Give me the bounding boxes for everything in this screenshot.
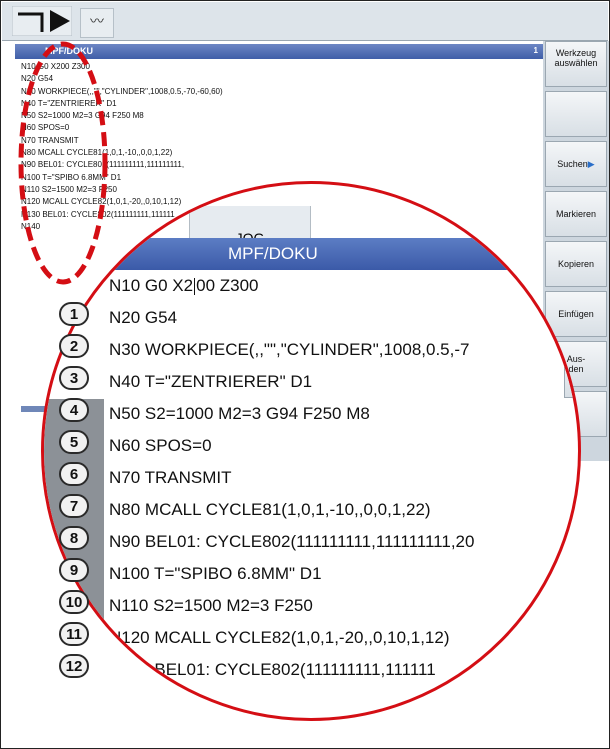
magnified-line[interactable]: N70 TRANSMIT — [109, 468, 232, 488]
top-toolbar: 〰 — [2, 2, 608, 41]
text-cursor — [194, 278, 196, 296]
line-text: N10 G0 X2 — [109, 276, 194, 295]
line-text: 00 Z300 — [196, 276, 259, 295]
magnified-line[interactable]: N90 BEL01: CYCLE802(111111111,111111111,… — [109, 532, 474, 552]
magnified-title: MPF/DOKU — [228, 244, 318, 263]
magnified-line[interactable]: N10 G0 X2 00 Z300 — [109, 276, 259, 296]
softkey-label: Werkzeug — [555, 48, 597, 58]
callout-badge: 8 — [59, 526, 89, 550]
magnified-line[interactable]: N20 G54 — [109, 308, 177, 328]
callout-badge: 7 — [59, 494, 89, 518]
magnified-header: MPF/DOKU — [44, 238, 578, 270]
callout-badge: 11 — [59, 622, 89, 646]
magnified-line[interactable]: N80 MCALL CYCLE81(1,0,1,-10,,0,0,1,22) — [109, 500, 431, 520]
callout-badge: 1 — [59, 302, 89, 326]
line-counter: 1 — [533, 46, 538, 55]
callout-badge: 4 — [59, 398, 89, 422]
chevron-right-icon: ▶ — [587, 159, 595, 169]
empty-softkey[interactable] — [545, 91, 607, 137]
callout-badge: 3 — [59, 366, 89, 390]
softkey-label: Suchen — [557, 159, 588, 169]
mode-switch-icon[interactable] — [12, 6, 72, 36]
magnified-line[interactable]: N110 S2=1500 M2=3 F250 — [109, 596, 313, 616]
magnified-line[interactable]: N40 T="ZENTRIERER" D1 — [109, 372, 312, 392]
callout-badge: 6 — [59, 462, 89, 486]
magnified-view: JOG MPF/DOKU Aus- den N10 G0 X200 Z300 N… — [41, 181, 581, 721]
werkzeug-auswaehlen-softkey[interactable]: Werkzeug auswählen — [545, 41, 607, 87]
suchen-softkey[interactable]: Suchen▶ — [545, 141, 607, 187]
magnified-line[interactable]: N140 — [109, 692, 150, 712]
callout-badge: 10 — [59, 590, 89, 614]
callout-badge: 9 — [59, 558, 89, 582]
mode-tab[interactable]: JOG — [189, 206, 311, 246]
callout-badge: 2 — [59, 334, 89, 358]
magnified-line[interactable]: N60 SPOS=0 — [109, 436, 212, 456]
callout-badge: 5 — [59, 430, 89, 454]
magnified-line[interactable]: N130 BEL01: CYCLE802(111111111,111111 — [109, 660, 436, 680]
wave-icon[interactable]: 〰 — [80, 8, 114, 38]
softkey-label: auswählen — [554, 58, 598, 68]
magnified-line[interactable]: N30 WORKPIECE(,,"","CYLINDER",1008,0.5,-… — [109, 340, 469, 360]
callout-badge: 12 — [59, 654, 89, 678]
magnified-line[interactable]: N100 T="SPIBO 6.8MM" D1 — [109, 564, 322, 584]
magnified-line[interactable]: N120 MCALL CYCLE82(1,0,1,-20,,0,10,1,12) — [109, 628, 450, 648]
magnified-line[interactable]: N50 S2=1000 M2=3 G94 F250 M8 — [109, 404, 370, 424]
screenshot-frame: 〰 MPF/DOKU 1 N10 G0 X200 Z300 N20 G54 N3… — [0, 0, 610, 749]
